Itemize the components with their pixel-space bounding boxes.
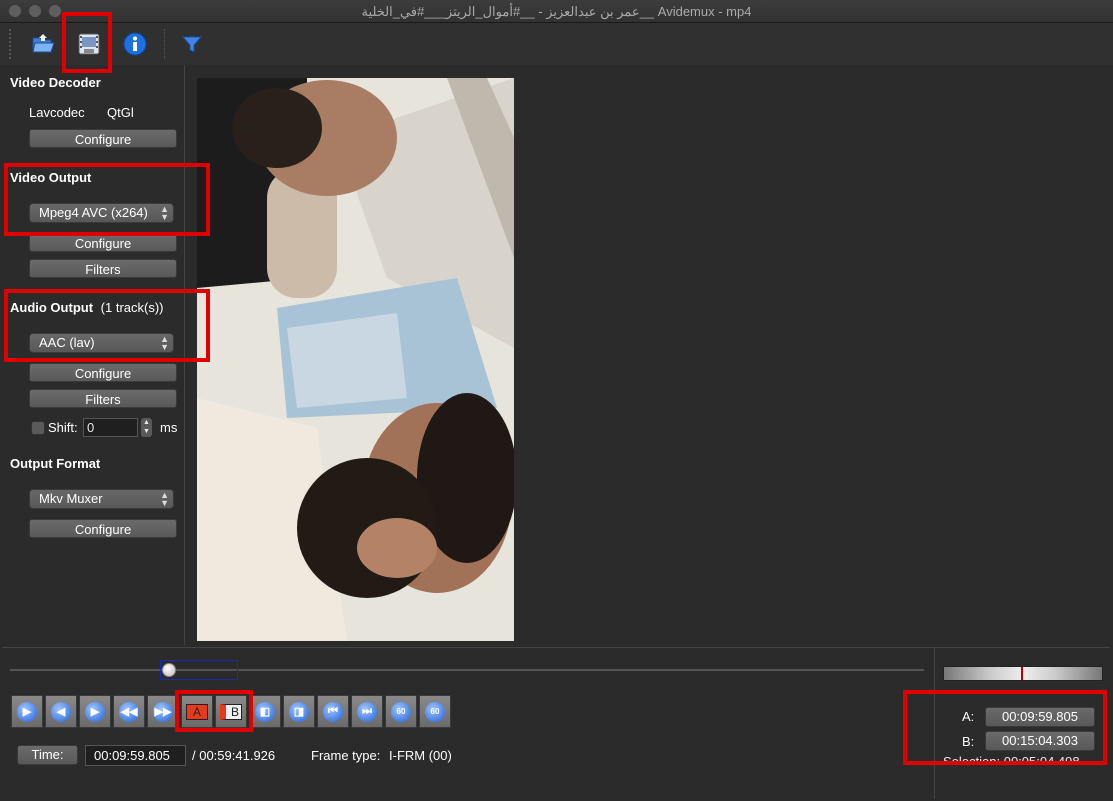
time-button[interactable]: Time:	[17, 745, 78, 765]
toolbar	[0, 23, 1113, 65]
audio-codec-select[interactable]: AAC (lav) ▲ ▼	[29, 333, 174, 353]
toolbar-grip	[9, 29, 13, 59]
audio-output-label: Audio Output	[10, 300, 94, 315]
arrow-left-icon: ◀	[51, 701, 71, 722]
muxer-select[interactable]: Mkv Muxer ▲ ▼	[29, 489, 174, 509]
video-output-title: Video Output	[10, 170, 92, 185]
volume-meter	[943, 666, 1103, 681]
backward-60s-button[interactable]: 60	[385, 695, 417, 728]
fast-forward-icon: ▶▶	[153, 701, 173, 722]
output-format-title: Output Format	[10, 456, 101, 471]
window-title: عمر بن عبدالعزيز - __#أموال_الريتز___#في…	[361, 4, 752, 19]
audio-configure-button[interactable]: Configure	[29, 363, 177, 382]
toolbar-separator	[164, 29, 166, 59]
current-time-field[interactable]: 00:09:59.805	[85, 745, 186, 766]
next-black-frame-icon: ◨	[289, 701, 309, 722]
marker-a-time: 00:09:59.805	[985, 707, 1095, 727]
shift-unit: ms	[160, 420, 178, 435]
timeline-slider-handle[interactable]	[162, 663, 176, 677]
previous-keyframe-button[interactable]: ◀◀	[113, 695, 145, 728]
info-icon	[123, 32, 147, 56]
timeline-track[interactable]	[10, 669, 924, 671]
video-configure-button[interactable]: Configure	[29, 233, 177, 252]
forward-60-icon: 60	[425, 701, 445, 722]
audio-codec-value: AAC (lav)	[39, 335, 95, 350]
shift-checkbox[interactable]	[31, 421, 45, 435]
shift-stepper[interactable]: ▲ ▼	[141, 418, 152, 437]
bottom-divider	[934, 647, 935, 799]
forward-60s-button[interactable]: 60	[419, 695, 451, 728]
skip-end-icon: ⏭	[357, 701, 377, 722]
marker-a-label: A:	[962, 709, 975, 724]
properties-button[interactable]	[120, 29, 150, 59]
skip-start-icon: ⏮	[323, 701, 343, 722]
next-black-frame-button[interactable]: ◨	[283, 695, 315, 728]
video-frame	[197, 78, 514, 641]
marker-b-label: B:	[962, 734, 975, 749]
audio-track-count: (1 track(s))	[100, 300, 164, 315]
meter-needle	[1021, 667, 1023, 680]
audio-filters-button[interactable]: Filters	[29, 389, 177, 408]
video-codec-select[interactable]: Mpeg4 AVC (x264) ▲ ▼	[29, 203, 174, 223]
open-file-button[interactable]	[28, 29, 58, 59]
shift-label: Shift:	[48, 420, 78, 435]
video-filters-panel-button[interactable]: Filters	[29, 259, 177, 278]
save-video-icon	[78, 33, 100, 55]
decoder-name: Lavcodec	[29, 105, 85, 120]
selection-value: 00:05:04.498	[1003, 755, 1080, 765]
filter-funnel-icon	[181, 36, 203, 53]
settings-panel	[0, 65, 185, 645]
total-duration: / 00:59:41.926	[192, 748, 276, 763]
video-decoder-title: Video Decoder	[10, 75, 101, 90]
arrow-right-icon: ▶	[85, 701, 105, 722]
selection-label: Selection:	[943, 755, 1001, 765]
chevron-up-down-icon: ▲ ▼	[160, 334, 169, 352]
go-to-first-button[interactable]: ⏮	[317, 695, 349, 728]
next-frame-button[interactable]: ▶	[79, 695, 111, 728]
title-bar: عمر بن عبدالعزيز - __#أموال_الريتز___#في…	[0, 0, 1113, 23]
video-codec-value: Mpeg4 AVC (x264)	[39, 205, 148, 220]
next-keyframe-button[interactable]: ▶▶	[147, 695, 179, 728]
selection-duration-row: Selection: 00:05:04.498	[943, 755, 1111, 765]
previous-black-frame-button[interactable]: ◧	[249, 695, 281, 728]
muxer-value: Mkv Muxer	[39, 491, 103, 506]
play-icon: ▶	[17, 701, 37, 722]
renderer-name: QtGl	[107, 105, 134, 120]
audio-output-title: Audio Output (1 track(s))	[10, 300, 164, 315]
video-filters-button[interactable]	[177, 29, 207, 59]
save-video-button[interactable]	[74, 29, 104, 59]
go-to-last-button[interactable]: ⏭	[351, 695, 383, 728]
set-marker-b-button[interactable]: B	[215, 695, 247, 728]
shift-input[interactable]: 0	[83, 418, 138, 437]
rewind-icon: ◀◀	[119, 701, 139, 722]
chevron-up-down-icon: ▲ ▼	[160, 204, 169, 222]
chevron-up-down-icon: ▲ ▼	[160, 490, 169, 508]
marker-b-icon: B	[220, 703, 242, 720]
play-button[interactable]: ▶	[11, 695, 43, 728]
marker-b-time: 00:15:04.303	[985, 731, 1095, 751]
marker-a-icon: A	[186, 703, 208, 720]
decoder-configure-button[interactable]: Configure	[29, 129, 177, 148]
frame-type-value: I-FRM (00)	[389, 748, 452, 763]
muxer-configure-button[interactable]: Configure	[29, 519, 177, 538]
previous-frame-button[interactable]: ◀	[45, 695, 77, 728]
rewind-60-icon: 60	[391, 701, 411, 722]
frame-type-label: Frame type:	[311, 748, 381, 763]
previous-black-frame-icon: ◧	[255, 701, 275, 722]
video-preview	[197, 78, 514, 641]
open-folder-icon	[32, 34, 55, 53]
set-marker-a-button[interactable]: A	[181, 695, 213, 728]
